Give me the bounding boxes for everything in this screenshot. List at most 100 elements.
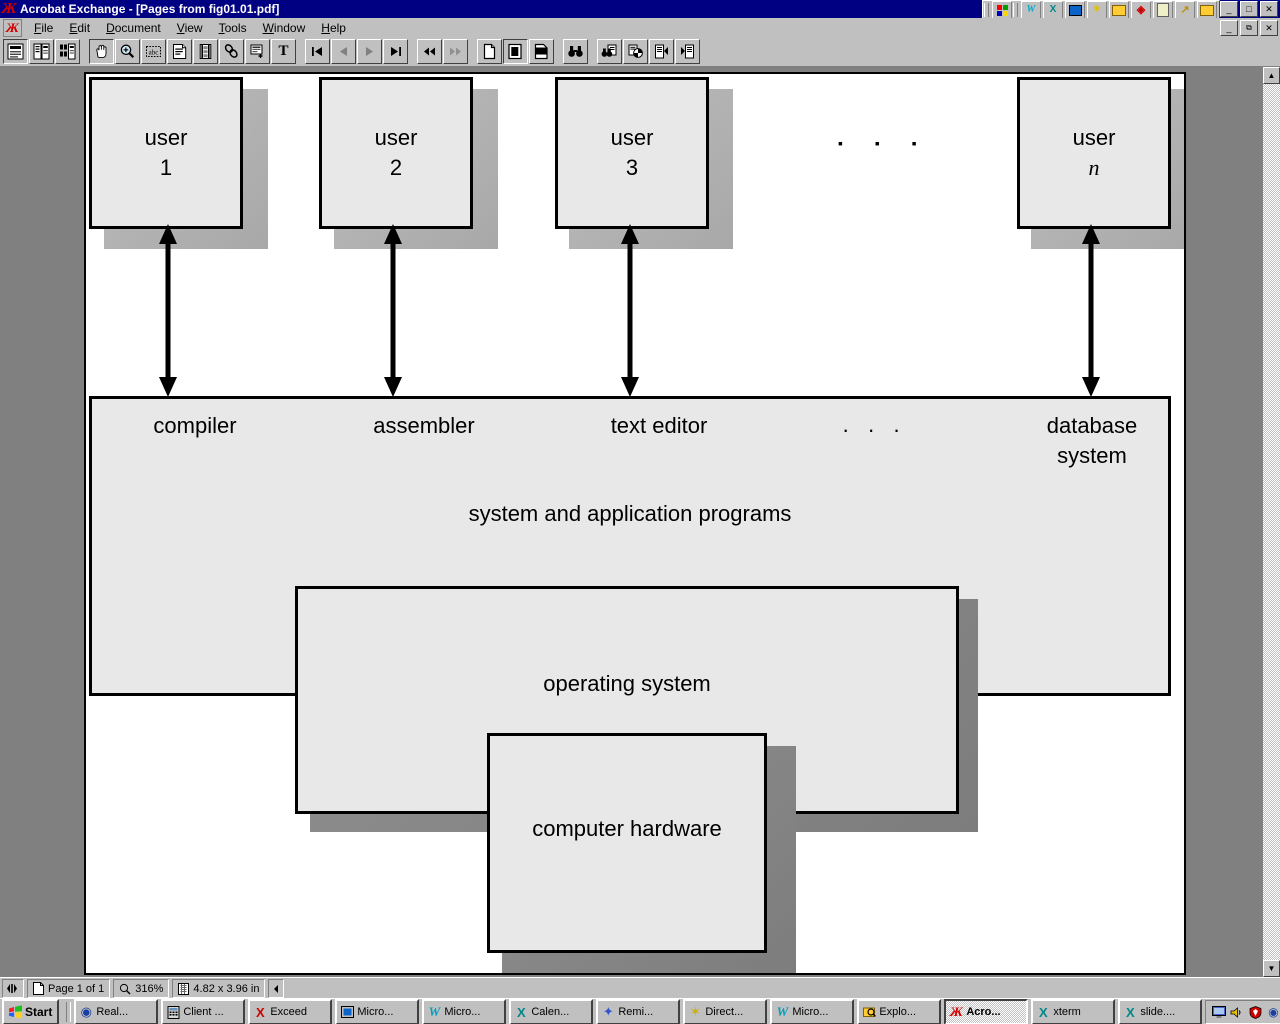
system-tray: ◉ ✶ 2:26 PM	[1205, 1000, 1280, 1024]
vertical-scrollbar-track[interactable]	[1263, 84, 1280, 960]
task-button-acrobat[interactable]: Ж Acro...	[944, 999, 1029, 1024]
close-button[interactable]: ✕	[1260, 1, 1278, 17]
users-ellipsis: ▪ ▪ ▪	[838, 135, 931, 151]
menu-item-edit[interactable]: Edit	[61, 19, 98, 37]
xterm-x-icon-2: X	[1126, 1004, 1135, 1020]
realplayer-tray-icon[interactable]: ◉	[1265, 1004, 1280, 1020]
thumbnails-view-button[interactable]	[55, 39, 80, 64]
hand-tool-button[interactable]	[89, 39, 114, 64]
fit-page-button[interactable]	[503, 39, 528, 64]
next-highlight-button[interactable]	[675, 39, 700, 64]
task-button-reminder[interactable]: ✦ Remi...	[596, 999, 681, 1024]
link-tool-button[interactable]	[219, 39, 244, 64]
exceed-x-icon: X	[256, 1004, 265, 1020]
word-icon[interactable]: W	[1021, 1, 1041, 19]
previous-page-button[interactable]	[331, 39, 356, 64]
toolbar-separator-6	[589, 40, 597, 63]
antivirus-shield-icon[interactable]	[1247, 1004, 1263, 1020]
folder-yellow-icon[interactable]	[1109, 1, 1129, 19]
task-button-xterm[interactable]: X xterm	[1031, 999, 1116, 1024]
task-button-micro-1-label: Micro...	[357, 1006, 394, 1018]
start-button[interactable]: Start	[2, 999, 60, 1024]
excel-icon[interactable]: X	[1043, 1, 1063, 19]
go-forward-button[interactable]	[443, 39, 468, 64]
directx-icon[interactable]: ✶	[1087, 1, 1107, 19]
page-size-indicator[interactable]: 4.82 x 3.96 in	[172, 979, 266, 998]
next-page-button[interactable]	[357, 39, 382, 64]
toolbar-separator-3	[409, 40, 417, 63]
scroll-up-button[interactable]: ▲	[1263, 67, 1280, 84]
minimize-button[interactable]: _	[1220, 1, 1238, 17]
menu-item-file[interactable]: File	[26, 19, 61, 37]
database-system-line2: system	[1057, 442, 1127, 468]
office-startup-icon[interactable]	[992, 1, 1012, 19]
last-page-button[interactable]	[383, 39, 408, 64]
microsoft-media-icon	[339, 1004, 355, 1020]
bookmarks-view-button[interactable]	[29, 39, 54, 64]
menu-item-window[interactable]: Window	[255, 19, 314, 37]
office-bar-grip-2[interactable]	[1013, 3, 1018, 17]
task-button-directx[interactable]: ✶ Direct...	[683, 999, 768, 1024]
task-button-calendar[interactable]: X Calen...	[509, 999, 594, 1024]
start-button-label: Start	[25, 1005, 53, 1019]
task-button-micro-1[interactable]: Micro...	[335, 999, 420, 1024]
vertical-scrollbar[interactable]: ▲ ▼	[1263, 67, 1280, 977]
first-page-button[interactable]	[305, 39, 330, 64]
article-tool-button[interactable]	[245, 39, 270, 64]
explorer-folder-icon[interactable]	[1197, 1, 1217, 19]
menu-item-help[interactable]: Help	[313, 19, 354, 37]
mdi-child-controls[interactable]: _ ⧉ ✕	[1218, 20, 1278, 36]
colorful-app-icon[interactable]: ◈	[1131, 1, 1151, 19]
powerpoint-icon[interactable]	[1065, 1, 1085, 19]
task-button-micro-3[interactable]: W Micro...	[770, 999, 855, 1024]
volume-speaker-icon[interactable]	[1229, 1004, 1245, 1020]
office-shortcut-bar[interactable]: W X ✶ ◈ ↗	[982, 0, 1220, 20]
maximize-button[interactable]: □	[1240, 1, 1258, 17]
task-button-client[interactable]: Client ...	[161, 999, 246, 1024]
open-folder-icon[interactable]: ↗	[1175, 1, 1195, 19]
user-box-1: user 1	[89, 77, 243, 229]
task-button-explorer[interactable]: Explo...	[857, 999, 942, 1024]
mdi-minimize-button[interactable]: _	[1220, 20, 1238, 36]
mdi-restore-button[interactable]: ⧉	[1240, 20, 1258, 36]
page-size-text: 4.82 x 3.96 in	[193, 982, 260, 995]
page-only-view-button[interactable]	[3, 39, 28, 64]
zoom-indicator[interactable]: 316%	[113, 979, 170, 998]
text-tool-button[interactable]: T	[271, 39, 296, 64]
display-monitor-icon[interactable]	[1211, 1004, 1227, 1020]
navigation-pane-toggle[interactable]	[2, 979, 24, 998]
previous-highlight-button[interactable]	[649, 39, 674, 64]
task-button-exceed[interactable]: X Exceed	[248, 999, 333, 1024]
pdf-page[interactable]: user 1 user 2 user 3 ▪ ▪ ▪ user n compil…	[86, 74, 1184, 973]
word-icon: W	[428, 1004, 441, 1019]
go-back-button[interactable]	[417, 39, 442, 64]
program-label-text-editor: text editor	[610, 413, 708, 438]
actual-size-button[interactable]	[477, 39, 502, 64]
mdi-close-button[interactable]: ✕	[1260, 20, 1278, 36]
search-results-button[interactable]	[623, 39, 648, 64]
menu-item-view[interactable]: View	[169, 19, 211, 37]
select-text-button[interactable]: abc	[141, 39, 166, 64]
window-controls[interactable]: _ □ ✕	[1218, 1, 1278, 17]
zoom-tool-button[interactable]	[115, 39, 140, 64]
task-button-micro-2-label: Micro...	[444, 1006, 481, 1018]
page-indicator[interactable]: Page 1 of 1	[27, 979, 111, 998]
user-box-2-line2: 2	[389, 155, 403, 180]
taskbar-separator	[66, 1002, 72, 1022]
document-menu-icon[interactable]: Ж	[3, 18, 22, 37]
task-button-real[interactable]: ◉ Real...	[74, 999, 159, 1024]
fit-width-button[interactable]	[529, 39, 554, 64]
search-button[interactable]	[597, 39, 622, 64]
arrow-user1	[159, 224, 177, 397]
office-bar-grip[interactable]	[984, 3, 989, 17]
resize-handle[interactable]	[268, 979, 285, 998]
movie-tool-button[interactable]	[193, 39, 218, 64]
menu-item-document[interactable]: Document	[98, 19, 169, 37]
task-button-micro-2[interactable]: W Micro...	[422, 999, 507, 1024]
find-button[interactable]	[563, 39, 588, 64]
task-button-slide[interactable]: X slide....	[1118, 999, 1203, 1024]
scroll-down-button[interactable]: ▼	[1263, 960, 1280, 977]
notepad-icon[interactable]	[1153, 1, 1173, 19]
menu-item-tools[interactable]: Tools	[211, 19, 255, 37]
notes-tool-button[interactable]	[167, 39, 192, 64]
